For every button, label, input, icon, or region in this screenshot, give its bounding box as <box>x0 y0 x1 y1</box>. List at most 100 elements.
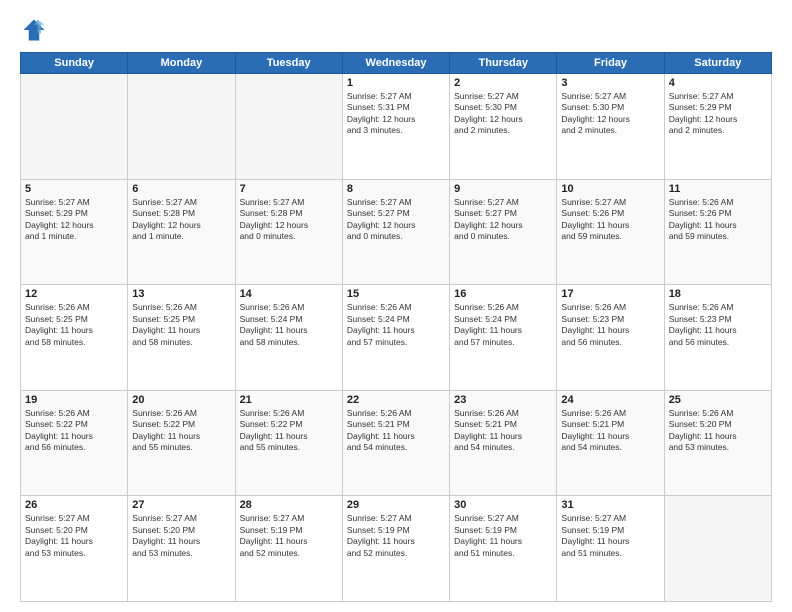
calendar-header-friday: Friday <box>557 53 664 74</box>
calendar-cell: 21 Sunrise: 5:26 AM Sunset: 5:22 PM Dayli… <box>235 390 342 496</box>
day-info: Sunrise: 5:26 AM Sunset: 5:21 PM Dayligh… <box>347 408 445 454</box>
calendar-header-tuesday: Tuesday <box>235 53 342 74</box>
day-number: 3 <box>561 77 659 89</box>
calendar-cell: 31 Sunrise: 5:27 AM Sunset: 5:19 PM Dayli… <box>557 496 664 602</box>
calendar-week-row: 19 Sunrise: 5:26 AM Sunset: 5:22 PM Dayli… <box>21 390 772 496</box>
day-info: Sunrise: 5:27 AM Sunset: 5:28 PM Dayligh… <box>132 197 230 243</box>
calendar-cell: 7Sunrise: 5:27 AM Sunset: 5:28 PM Daylig… <box>235 179 342 285</box>
day-info: Sunrise: 5:27 AM Sunset: 5:19 PM Dayligh… <box>240 513 338 559</box>
day-number: 20 <box>132 394 230 406</box>
calendar-cell: 15 Sunrise: 5:26 AM Sunset: 5:24 PM Dayli… <box>342 285 449 391</box>
day-info: Sunrise: 5:26 AM Sunset: 5:26 PM Dayligh… <box>669 197 767 243</box>
calendar-cell: 28 Sunrise: 5:27 AM Sunset: 5:19 PM Dayli… <box>235 496 342 602</box>
day-info: Sunrise: 5:27 AM Sunset: 5:19 PM Dayligh… <box>454 513 552 559</box>
day-number: 30 <box>454 499 552 511</box>
day-number: 19 <box>25 394 123 406</box>
day-number: 15 <box>347 288 445 300</box>
day-number: 1 <box>347 77 445 89</box>
day-number: 2 <box>454 77 552 89</box>
day-info: Sunrise: 5:27 AM Sunset: 5:20 PM Dayligh… <box>132 513 230 559</box>
calendar-cell: 24 Sunrise: 5:26 AM Sunset: 5:21 PM Dayli… <box>557 390 664 496</box>
calendar-header-wednesday: Wednesday <box>342 53 449 74</box>
calendar-cell: 12Sunrise: 5:26 AM Sunset: 5:25 PM Dayli… <box>21 285 128 391</box>
calendar-cell: 23 Sunrise: 5:26 AM Sunset: 5:21 PM Dayli… <box>450 390 557 496</box>
day-number: 17 <box>561 288 659 300</box>
day-number: 4 <box>669 77 767 89</box>
calendar-week-row: 5 Sunrise: 5:27 AM Sunset: 5:29 PM Daylig… <box>21 179 772 285</box>
day-number: 27 <box>132 499 230 511</box>
calendar-header-saturday: Saturday <box>664 53 771 74</box>
day-number: 21 <box>240 394 338 406</box>
day-info: Sunrise: 5:26 AM Sunset: 5:24 PM Dayligh… <box>454 302 552 348</box>
day-info: Sunrise: 5:26 AM Sunset: 5:25 PM Dayligh… <box>132 302 230 348</box>
page: SundayMondayTuesdayWednesdayThursdayFrid… <box>0 0 792 612</box>
day-info: Sunrise: 5:26 AM Sunset: 5:23 PM Dayligh… <box>561 302 659 348</box>
calendar-header-sunday: Sunday <box>21 53 128 74</box>
day-number: 24 <box>561 394 659 406</box>
day-number: 13 <box>132 288 230 300</box>
calendar-cell: 14 Sunrise: 5:26 AM Sunset: 5:24 PM Dayli… <box>235 285 342 391</box>
calendar-cell: 13 Sunrise: 5:26 AM Sunset: 5:25 PM Dayli… <box>128 285 235 391</box>
calendar-cell: 22 Sunrise: 5:26 AM Sunset: 5:21 PM Dayli… <box>342 390 449 496</box>
day-info: Sunrise: 5:26 AM Sunset: 5:23 PM Dayligh… <box>669 302 767 348</box>
day-info: Sunrise: 5:26 AM Sunset: 5:21 PM Dayligh… <box>561 408 659 454</box>
calendar-week-row: 1 Sunrise: 5:27 AM Sunset: 5:31 PM Daylig… <box>21 74 772 180</box>
day-number: 9 <box>454 183 552 195</box>
calendar-week-row: 26 Sunrise: 5:27 AM Sunset: 5:20 PM Dayli… <box>21 496 772 602</box>
calendar-cell <box>21 74 128 180</box>
day-number: 26 <box>25 499 123 511</box>
day-info: Sunrise: 5:27 AM Sunset: 5:30 PM Dayligh… <box>454 91 552 137</box>
day-number: 31 <box>561 499 659 511</box>
calendar-table: SundayMondayTuesdayWednesdayThursdayFrid… <box>20 52 772 602</box>
calendar-cell: 30 Sunrise: 5:27 AM Sunset: 5:19 PM Dayli… <box>450 496 557 602</box>
day-info: Sunrise: 5:26 AM Sunset: 5:24 PM Dayligh… <box>347 302 445 348</box>
calendar-cell <box>128 74 235 180</box>
day-info: Sunrise: 5:27 AM Sunset: 5:27 PM Dayligh… <box>347 197 445 243</box>
calendar-cell: 3 Sunrise: 5:27 AM Sunset: 5:30 PM Daylig… <box>557 74 664 180</box>
day-number: 18 <box>669 288 767 300</box>
calendar-cell: 2 Sunrise: 5:27 AM Sunset: 5:30 PM Daylig… <box>450 74 557 180</box>
calendar-cell: 26 Sunrise: 5:27 AM Sunset: 5:20 PM Dayli… <box>21 496 128 602</box>
calendar-header-row: SundayMondayTuesdayWednesdayThursdayFrid… <box>21 53 772 74</box>
header <box>20 16 772 44</box>
day-number: 5 <box>25 183 123 195</box>
calendar-cell: 4 Sunrise: 5:27 AM Sunset: 5:29 PM Daylig… <box>664 74 771 180</box>
day-info: Sunrise: 5:26 AM Sunset: 5:21 PM Dayligh… <box>454 408 552 454</box>
calendar-cell: 27 Sunrise: 5:27 AM Sunset: 5:20 PM Dayli… <box>128 496 235 602</box>
day-info: Sunrise: 5:26 AM Sunset: 5:22 PM Dayligh… <box>25 408 123 454</box>
day-number: 16 <box>454 288 552 300</box>
calendar-cell: 16 Sunrise: 5:26 AM Sunset: 5:24 PM Dayli… <box>450 285 557 391</box>
day-number: 22 <box>347 394 445 406</box>
calendar-cell: 18 Sunrise: 5:26 AM Sunset: 5:23 PM Dayli… <box>664 285 771 391</box>
calendar-week-row: 12Sunrise: 5:26 AM Sunset: 5:25 PM Dayli… <box>21 285 772 391</box>
day-info: Sunrise: 5:26 AM Sunset: 5:25 PM Dayligh… <box>25 302 123 348</box>
calendar-cell: 8 Sunrise: 5:27 AM Sunset: 5:27 PM Daylig… <box>342 179 449 285</box>
day-info: Sunrise: 5:27 AM Sunset: 5:20 PM Dayligh… <box>25 513 123 559</box>
logo-icon <box>20 16 48 44</box>
day-number: 14 <box>240 288 338 300</box>
calendar-cell: 20Sunrise: 5:26 AM Sunset: 5:22 PM Dayli… <box>128 390 235 496</box>
day-number: 6 <box>132 183 230 195</box>
day-info: Sunrise: 5:27 AM Sunset: 5:19 PM Dayligh… <box>561 513 659 559</box>
calendar-cell: 5 Sunrise: 5:27 AM Sunset: 5:29 PM Daylig… <box>21 179 128 285</box>
calendar-header-monday: Monday <box>128 53 235 74</box>
day-info: Sunrise: 5:27 AM Sunset: 5:31 PM Dayligh… <box>347 91 445 137</box>
day-info: Sunrise: 5:26 AM Sunset: 5:22 PM Dayligh… <box>240 408 338 454</box>
day-number: 23 <box>454 394 552 406</box>
day-info: Sunrise: 5:27 AM Sunset: 5:26 PM Dayligh… <box>561 197 659 243</box>
calendar-cell: 29Sunrise: 5:27 AM Sunset: 5:19 PM Dayli… <box>342 496 449 602</box>
day-info: Sunrise: 5:27 AM Sunset: 5:30 PM Dayligh… <box>561 91 659 137</box>
calendar-cell: 11 Sunrise: 5:26 AM Sunset: 5:26 PM Dayli… <box>664 179 771 285</box>
day-info: Sunrise: 5:27 AM Sunset: 5:27 PM Dayligh… <box>454 197 552 243</box>
day-info: Sunrise: 5:27 AM Sunset: 5:29 PM Dayligh… <box>25 197 123 243</box>
day-info: Sunrise: 5:26 AM Sunset: 5:24 PM Dayligh… <box>240 302 338 348</box>
day-number: 11 <box>669 183 767 195</box>
calendar-cell: 17 Sunrise: 5:26 AM Sunset: 5:23 PM Dayli… <box>557 285 664 391</box>
day-number: 7 <box>240 183 338 195</box>
day-number: 28 <box>240 499 338 511</box>
day-number: 8 <box>347 183 445 195</box>
calendar-cell <box>235 74 342 180</box>
day-info: Sunrise: 5:27 AM Sunset: 5:29 PM Dayligh… <box>669 91 767 137</box>
day-number: 25 <box>669 394 767 406</box>
day-number: 10 <box>561 183 659 195</box>
